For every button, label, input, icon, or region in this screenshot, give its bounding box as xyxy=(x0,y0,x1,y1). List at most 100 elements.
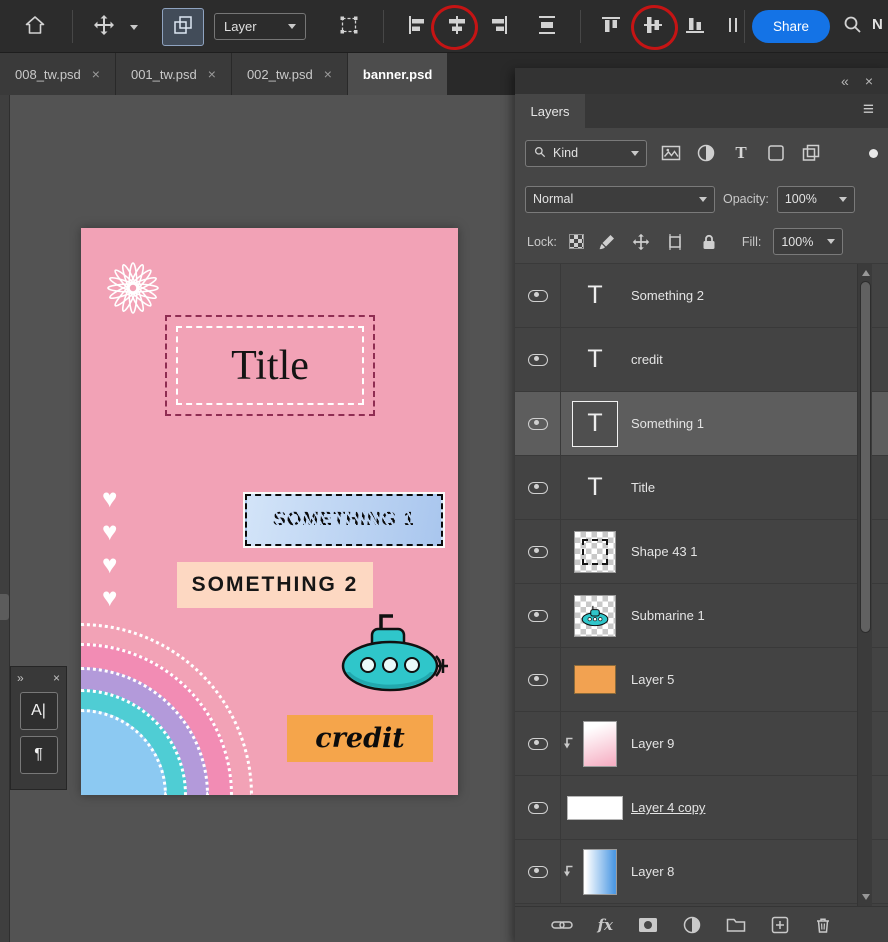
close-icon[interactable]: × xyxy=(53,671,60,685)
auto-select-layer-toggle[interactable] xyxy=(162,8,204,46)
close-icon[interactable]: × xyxy=(208,66,216,82)
visibility-toggle[interactable] xyxy=(515,264,561,327)
move-tool-button[interactable] xyxy=(84,8,124,46)
panel-menu-icon[interactable]: ≡ xyxy=(863,99,874,121)
link-layers-button[interactable] xyxy=(550,918,573,932)
search-button[interactable] xyxy=(838,8,868,46)
distribute-horizontal-button[interactable] xyxy=(722,8,744,46)
layer-row-something-2[interactable]: T Something 2 xyxy=(515,264,888,328)
show-transform-controls-toggle[interactable] xyxy=(328,8,370,46)
visibility-toggle[interactable] xyxy=(515,328,561,391)
left-dock-handle[interactable] xyxy=(0,594,9,620)
layer-row-layer-8[interactable]: Layer 8 xyxy=(515,840,888,904)
auto-select-target-label: Layer xyxy=(224,19,257,34)
tab-label: 002_tw.psd xyxy=(246,66,313,82)
lock-all-icon[interactable] xyxy=(698,231,720,253)
title-text-frame[interactable]: Title xyxy=(165,315,375,416)
distribute-vertical-centers-button[interactable] xyxy=(528,8,566,46)
scroll-down-arrow[interactable] xyxy=(861,894,870,900)
submarine-illustration[interactable] xyxy=(333,608,451,703)
tab-banner-active[interactable]: banner.psd xyxy=(347,53,448,95)
new-layer-button[interactable] xyxy=(771,916,789,934)
layer-name: Shape 43 1 xyxy=(631,544,698,559)
chevron-down-icon xyxy=(130,24,138,30)
align-vertical-centers-button[interactable] xyxy=(634,8,672,46)
character-panel-button[interactable]: A| xyxy=(19,692,58,730)
credit-layer[interactable]: credit xyxy=(287,715,433,762)
lock-transparency-icon[interactable] xyxy=(568,234,584,249)
auto-select-target-dropdown[interactable]: Layer xyxy=(214,13,306,40)
scroll-up-arrow[interactable] xyxy=(861,270,870,276)
left-dock-strip xyxy=(0,95,10,942)
eye-icon xyxy=(527,481,548,494)
close-icon[interactable]: × xyxy=(324,66,332,82)
canvas-artwork[interactable]: Title ♥ ♥ ♥ ♥ SOMETHING 1 SOMETHING 2 cr… xyxy=(81,228,458,795)
filter-type-layers-icon[interactable]: T xyxy=(730,142,752,164)
text-layer-thumbnail: T xyxy=(587,473,603,501)
visibility-toggle[interactable] xyxy=(515,776,561,839)
eye-icon xyxy=(527,289,548,302)
move-tool-dropdown[interactable] xyxy=(126,8,142,46)
clipping-mask-arrow-icon xyxy=(562,737,574,755)
new-group-folder-button[interactable] xyxy=(726,917,746,933)
text-layer-thumbnail-framed: T xyxy=(572,400,618,447)
collapse-panel-button[interactable]: « xyxy=(841,73,849,89)
tab-001-tw[interactable]: 001_tw.psd × xyxy=(115,53,231,95)
opacity-field[interactable]: 100% xyxy=(776,185,855,213)
tab-008-tw[interactable]: 008_tw.psd × xyxy=(0,53,115,95)
paragraph-panel-button[interactable]: ¶ xyxy=(19,736,58,774)
close-icon[interactable]: × xyxy=(92,66,100,82)
home-button[interactable] xyxy=(12,8,58,46)
visibility-toggle[interactable] xyxy=(515,712,561,775)
visibility-toggle[interactable] xyxy=(515,520,561,583)
layers-scrollbar[interactable] xyxy=(857,264,872,906)
align-horizontal-centers-button[interactable] xyxy=(438,8,476,46)
filter-shape-layers-icon[interactable] xyxy=(765,142,787,164)
filter-toggle-dot[interactable] xyxy=(869,148,878,158)
visibility-toggle[interactable] xyxy=(515,840,561,903)
visibility-toggle[interactable] xyxy=(515,392,561,455)
align-left-edges-button[interactable] xyxy=(398,8,436,46)
layer-style-fx-button[interactable]: fx xyxy=(598,916,613,934)
lock-image-brush-icon[interactable] xyxy=(596,231,618,253)
layer-row-layer-5[interactable]: Layer 5 xyxy=(515,648,888,712)
lock-position-icon[interactable] xyxy=(630,231,652,253)
layer-row-credit[interactable]: T credit xyxy=(515,328,888,392)
something1-selected-layer[interactable]: SOMETHING 1 xyxy=(243,492,445,548)
filter-pixel-layers-icon[interactable] xyxy=(660,142,682,164)
fill-field[interactable]: 100% xyxy=(773,228,844,255)
adjustment-layer-button[interactable] xyxy=(683,916,701,934)
blend-mode-dropdown[interactable]: Normal xyxy=(525,185,715,213)
layer-row-submarine-1[interactable]: Submarine 1 xyxy=(515,584,888,648)
lock-artboard-icon[interactable] xyxy=(664,231,686,253)
share-button[interactable]: Share xyxy=(752,10,830,43)
filter-row: Kind T xyxy=(515,128,888,178)
visibility-toggle[interactable] xyxy=(515,456,561,519)
clipping-mask-arrow-icon xyxy=(562,865,574,883)
visibility-toggle[interactable] xyxy=(515,648,561,711)
layer-row-title[interactable]: T Title xyxy=(515,456,888,520)
align-top-edges-button[interactable] xyxy=(592,8,630,46)
layer-row-layer-9[interactable]: Layer 9 xyxy=(515,712,888,776)
filter-smart-objects-icon[interactable] xyxy=(800,142,822,164)
layer-row-something-1-selected[interactable]: T Something 1 xyxy=(515,392,888,456)
align-right-edges-button[interactable] xyxy=(480,8,518,46)
layer-row-layer-4-copy[interactable]: Layer 4 copy xyxy=(515,776,888,840)
add-layer-mask-button[interactable] xyxy=(638,917,658,933)
filter-adjustment-layers-icon[interactable] xyxy=(695,142,717,164)
layer-name: Layer 5 xyxy=(631,672,675,687)
pink-gradient-thumbnail xyxy=(583,720,617,767)
something2-layer[interactable]: SOMETHING 2 xyxy=(177,562,373,608)
tab-002-tw[interactable]: 002_tw.psd × xyxy=(231,53,347,95)
expand-panel-button[interactable]: » xyxy=(17,671,24,685)
layer-row-shape-43-1[interactable]: Shape 43 1 xyxy=(515,520,888,584)
kind-filter-dropdown[interactable]: Kind xyxy=(525,139,647,167)
tab-layers[interactable]: Layers xyxy=(515,94,585,128)
align-bottom-edges-button[interactable] xyxy=(676,8,714,46)
align-horizontal-centers-icon xyxy=(445,13,469,42)
hearts-doodles: ♥ ♥ ♥ ♥ xyxy=(102,485,117,610)
delete-layer-trash-button[interactable] xyxy=(814,916,832,934)
scrollbar-thumb[interactable] xyxy=(859,281,871,633)
close-panel-button[interactable]: × xyxy=(865,73,873,89)
visibility-toggle[interactable] xyxy=(515,584,561,647)
